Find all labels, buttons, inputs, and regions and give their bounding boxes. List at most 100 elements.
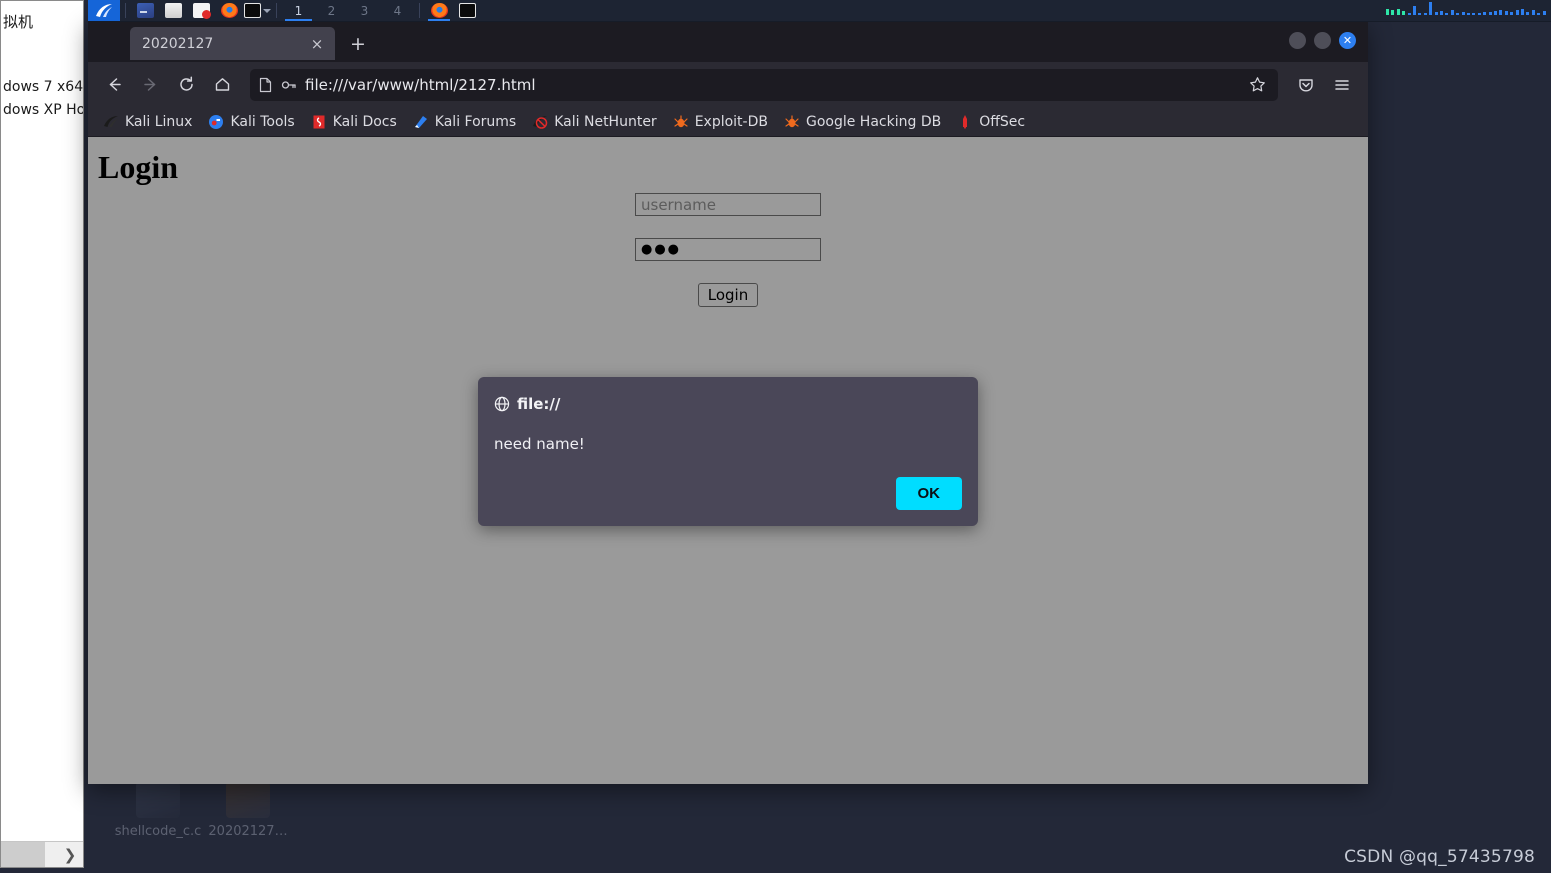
bookmark-kali-linux[interactable]: Kali Linux — [96, 111, 199, 133]
kali-dragon-logo-icon[interactable] — [88, 0, 120, 21]
bookmark-offsec[interactable]: OffSec — [950, 111, 1032, 133]
vm-manager-window[interactable]: 拟机 dows 7 x64 dows XP Ho ❯ — [0, 0, 84, 868]
horizontal-scrollbar[interactable]: ❯ — [1, 841, 83, 867]
system-monitor-bar — [1445, 13, 1449, 15]
pocket-button[interactable] — [1290, 69, 1322, 101]
bookmark-star-icon[interactable] — [1244, 76, 1270, 93]
bookmark-exploit-db[interactable]: Exploit-DB — [666, 111, 775, 133]
bookmark-kali-docs[interactable]: Kali Docs — [304, 111, 404, 133]
desktop-icon-shellcode[interactable]: shellcode_c.c — [110, 782, 206, 839]
workspace-label: 2 — [327, 3, 336, 18]
terminal-icon — [136, 3, 154, 18]
system-monitor-bar — [1423, 13, 1427, 15]
taskbar[interactable]: 1 2 3 4 — [88, 0, 1551, 22]
scroll-right-arrow-icon[interactable]: ❯ — [57, 842, 83, 867]
password-input[interactable]: ●●● — [635, 238, 821, 261]
tab-20202127[interactable]: 20202127 × — [130, 27, 335, 60]
minimize-button[interactable] — [1289, 32, 1306, 49]
window-controls: ✕ — [1289, 32, 1356, 49]
system-monitor-bar — [1537, 13, 1541, 15]
workspace-2[interactable]: 2 — [315, 0, 348, 21]
ok-button[interactable]: OK — [895, 477, 962, 510]
system-monitor-bar — [1440, 11, 1443, 15]
home-button[interactable] — [206, 69, 238, 101]
bookmark-label: Kali Linux — [125, 113, 193, 130]
dialog-message: need name! — [494, 435, 585, 453]
close-tab-icon[interactable]: × — [307, 34, 327, 54]
workspace-3[interactable]: 3 — [348, 0, 381, 21]
close-window-button[interactable]: ✕ — [1339, 32, 1356, 49]
page-title: Login — [98, 149, 179, 185]
system-monitor-bar — [1413, 6, 1416, 15]
system-monitor-bar — [1526, 12, 1530, 15]
username-placeholder: username — [641, 195, 716, 214]
desktop-icon-20202127[interactable]: 20202127… — [200, 782, 296, 839]
taskbar-launcher-firefox[interactable] — [215, 0, 243, 21]
taskbar-divider — [419, 3, 420, 18]
new-tab-button[interactable]: + — [343, 29, 373, 59]
files-icon — [164, 3, 182, 18]
scrollbar-thumb[interactable] — [1, 842, 45, 867]
firefox-window: 20202127 × + ✕ file:///var/www/html/2127… — [88, 22, 1368, 784]
google-hacking-db-icon — [785, 114, 799, 127]
username-input[interactable]: username — [635, 193, 821, 216]
system-monitor-bar — [1494, 11, 1497, 15]
reload-button[interactable] — [170, 69, 202, 101]
kali-forums-icon — [414, 115, 427, 128]
taskbar-window-firefox[interactable] — [425, 0, 453, 21]
bookmark-label: Kali Forums — [434, 113, 517, 130]
bookmark-label: OffSec — [979, 113, 1026, 130]
workspace-1[interactable]: 1 — [282, 0, 315, 21]
taskbar-launcher-terminal-alt[interactable] — [243, 0, 271, 21]
system-monitor-bar — [1418, 13, 1422, 15]
system-monitor-bar — [1477, 13, 1481, 15]
url-text: file:///var/www/html/2127.html — [305, 75, 536, 94]
bookmark-kali-forums[interactable]: Kali Forums — [406, 111, 523, 133]
terminal-window-icon — [458, 3, 476, 18]
system-monitor-graph[interactable] — [1376, 0, 1551, 22]
terminal-window-icon — [243, 3, 261, 18]
login-button[interactable]: Login — [697, 283, 759, 307]
dialog-footer: OK — [494, 477, 962, 510]
hamburger-menu-button[interactable] — [1326, 69, 1358, 101]
taskbar-launcher-terminal[interactable] — [131, 0, 159, 21]
bookmark-label: Kali Tools — [230, 113, 295, 130]
desktop-icon-label: shellcode_c.c — [114, 824, 202, 839]
workspace-label: 1 — [294, 3, 303, 18]
firefox-icon — [430, 3, 448, 18]
login-form: username ●●● Login — [88, 193, 1368, 307]
pocket-icon — [1299, 78, 1313, 91]
text-editor-icon — [192, 3, 211, 19]
url-bar[interactable]: file:///var/www/html/2127.html — [250, 68, 1278, 101]
system-monitor-bar — [1531, 10, 1535, 15]
chevron-down-icon[interactable] — [262, 8, 271, 13]
taskbar-divider — [125, 3, 126, 18]
maximize-button[interactable] — [1314, 32, 1331, 49]
bookmark-kali-tools[interactable]: Kali Tools — [201, 111, 301, 133]
back-button[interactable] — [98, 69, 130, 101]
tab-title: 20202127 — [142, 35, 214, 52]
taskbar-window-terminal[interactable] — [453, 0, 481, 21]
forward-button[interactable] — [134, 69, 166, 101]
bookmark-google-hacking-db[interactable]: Google Hacking DB — [777, 111, 948, 133]
reload-icon — [179, 76, 193, 91]
star-glyph — [1249, 77, 1265, 92]
globe-icon — [494, 396, 510, 412]
vm-list-item[interactable]: dows 7 x64 — [1, 79, 83, 95]
system-monitor-bar — [1429, 2, 1433, 15]
arrow-right-icon — [143, 78, 155, 91]
hamburger-menu-icon — [1335, 79, 1349, 90]
system-monitor-bar — [1402, 11, 1406, 15]
system-monitor-bar — [1515, 10, 1519, 15]
taskbar-launcher-editor[interactable] — [187, 0, 215, 21]
taskbar-launcher-files[interactable] — [159, 0, 187, 21]
screen-root: shellcode_c.c 20202127… CSDN @qq_5743579… — [0, 0, 1551, 873]
system-monitor-bar — [1456, 13, 1460, 15]
system-monitor-bar — [1396, 9, 1400, 15]
system-monitor-bar — [1461, 12, 1465, 15]
bookmark-kali-nethunter[interactable]: Kali NetHunter — [525, 111, 663, 133]
vm-list-item[interactable]: dows XP Ho — [1, 102, 83, 118]
bookmarks-toolbar: Kali Linux Kali Tools Kali Docs Kali For… — [88, 107, 1368, 137]
navigation-toolbar: file:///var/www/html/2127.html — [88, 62, 1368, 107]
workspace-4[interactable]: 4 — [381, 0, 414, 21]
